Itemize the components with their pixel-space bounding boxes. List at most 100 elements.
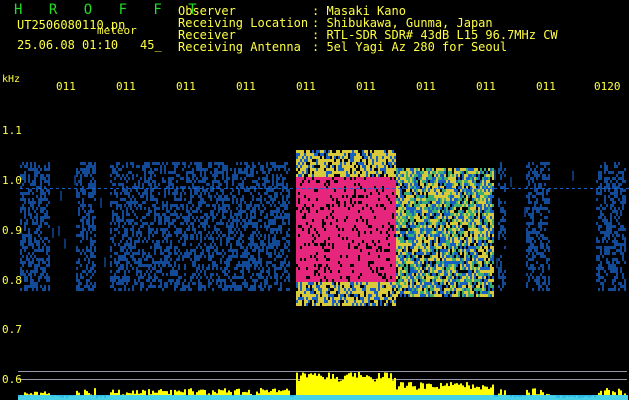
spectrogram-cell <box>346 228 348 231</box>
spectrogram-cell <box>422 237 424 240</box>
spectrogram-cell <box>146 198 148 201</box>
spectrogram-cell <box>314 252 316 255</box>
spectrogram-cell <box>408 222 410 225</box>
spectrogram-cell <box>406 261 408 264</box>
spectrogram-cell <box>188 216 190 219</box>
spectrogram-cell <box>380 159 382 162</box>
spectrogram-cell <box>386 189 388 192</box>
spectrogram-cell <box>350 165 352 168</box>
spectrogram-cell <box>318 297 320 300</box>
spectrogram-cell <box>416 273 418 276</box>
spectrogram-cell <box>78 279 80 282</box>
spectrogram-cell <box>302 258 304 261</box>
spectrogram-cell <box>182 222 184 225</box>
spectrogram-cell <box>344 273 346 276</box>
spectrogram-cell <box>314 240 316 243</box>
spectrogram-cell <box>370 279 372 282</box>
spectrogram-cell <box>168 255 170 258</box>
spectrogram-cell <box>398 219 400 222</box>
spectrogram-cell <box>308 234 310 237</box>
spectrogram-cell <box>246 189 248 192</box>
spectrogram-cell <box>420 204 422 207</box>
spectrogram-cell <box>306 282 308 285</box>
spectrogram-cell <box>350 192 352 195</box>
spectrogram-cell <box>362 282 364 285</box>
spectrogram-cell <box>206 249 208 252</box>
spectrogram-cell <box>378 231 380 234</box>
spectrogram-cell <box>286 255 288 258</box>
spectrogram-cell <box>200 216 202 219</box>
spectrogram-cell <box>234 282 236 285</box>
spectrogram-cell <box>278 288 280 291</box>
spectrogram-cell <box>332 195 334 198</box>
spectrogram-cell <box>36 219 38 222</box>
spectrogram-cell <box>382 210 384 213</box>
spectrogram-cell <box>336 159 338 162</box>
spectrogram-cell <box>392 234 394 237</box>
spectrogram-cell <box>348 258 350 261</box>
spectrogram-cell <box>238 213 240 216</box>
spectrogram-cell <box>326 210 328 213</box>
spectrogram-cell <box>122 255 124 258</box>
spectrogram-cell <box>282 177 284 180</box>
spectrogram-cell <box>40 273 42 276</box>
spectrogram-cell <box>316 285 318 288</box>
spectrogram-cell <box>178 228 180 231</box>
spectrogram-cell <box>388 282 390 285</box>
spectrogram-cell <box>360 189 362 192</box>
spectrogram-cell <box>140 204 142 207</box>
spectrogram-cell <box>48 276 50 279</box>
spectrogram-cell <box>296 153 298 156</box>
spectrogram-cell <box>264 198 266 201</box>
spectrogram-cell <box>90 270 92 273</box>
spectrogram-cell <box>408 273 410 276</box>
spectrogram-cell <box>332 168 334 171</box>
spectrogram-cell <box>80 240 82 243</box>
spectrogram-cell <box>394 195 396 198</box>
spectrogram-cell <box>170 222 172 225</box>
spectrogram-cell <box>334 285 336 288</box>
spectrogram-cell <box>320 246 322 249</box>
spectrogram-cell <box>200 270 202 273</box>
spectrogram-cell <box>82 228 84 231</box>
spectrogram-cell <box>124 273 126 276</box>
spectrogram-cell <box>170 171 172 174</box>
spectrogram-cell <box>308 150 310 153</box>
spectrogram-cell <box>204 174 206 177</box>
spectrogram-cell <box>86 174 88 177</box>
spectrogram-cell <box>94 162 96 165</box>
spectrogram-cell <box>302 198 304 201</box>
spectrogram-cell <box>148 267 150 270</box>
spectrogram-cell <box>306 234 308 237</box>
spectrogram-cell <box>420 249 422 252</box>
spectrogram-cell <box>400 201 402 204</box>
spectrogram-cell <box>242 198 244 201</box>
spectrogram-cell <box>360 288 362 291</box>
spectrogram-cell <box>154 231 156 234</box>
spectrogram-cell <box>416 219 418 222</box>
spectrogram-cell <box>346 222 348 225</box>
spectrogram-cell <box>386 273 388 276</box>
spectrogram-cell <box>44 288 46 291</box>
spectrogram-cell <box>348 285 350 288</box>
spectrogram-cell <box>410 171 412 174</box>
spectrogram-cell <box>386 300 388 303</box>
spectrogram-cell <box>270 162 272 165</box>
spectrogram-cell <box>342 270 344 273</box>
spectrogram-cell <box>358 261 360 264</box>
spectrogram-cell <box>272 213 274 216</box>
spectrogram-cell <box>360 198 362 201</box>
spectrogram-cell <box>230 285 232 288</box>
spectrogram-cell <box>368 303 370 306</box>
spectrogram-cell <box>386 192 388 195</box>
spectrogram-cell <box>366 180 368 183</box>
spectrogram-cell <box>256 198 258 201</box>
spectrogram-cell <box>418 261 420 264</box>
spectrogram-cell <box>88 261 90 264</box>
spectrogram-cell <box>362 249 364 252</box>
spectrogram-cell <box>230 288 232 291</box>
spectrogram-cell <box>28 243 30 246</box>
spectrogram-cell <box>374 276 376 279</box>
spectrogram-cell <box>390 285 392 288</box>
spectrogram-cell <box>384 270 386 273</box>
